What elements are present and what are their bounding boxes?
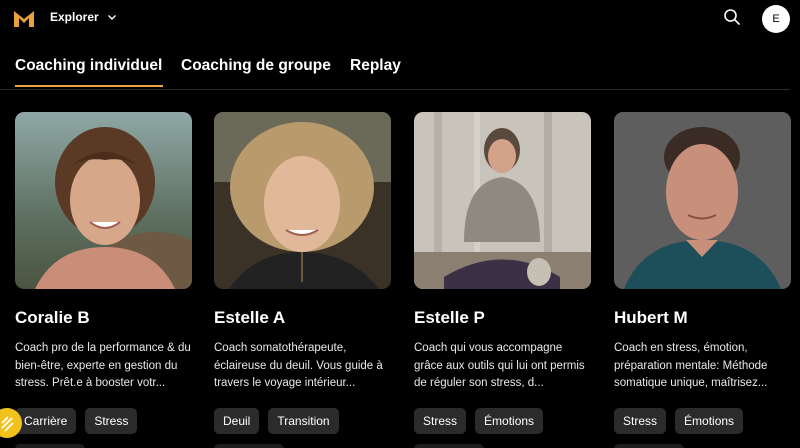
explorer-menu[interactable]: Explorer	[50, 10, 117, 24]
coach-card[interactable]: Estelle P Coach qui vous accompagne grâc…	[414, 112, 591, 448]
tab-coaching-individuel[interactable]: Coaching individuel	[15, 57, 162, 75]
tab-replay[interactable]: Replay	[350, 57, 401, 75]
tag-placeholder	[614, 444, 684, 448]
coach-description: Coach qui vous accompagne grâce aux outi…	[414, 342, 585, 389]
coach-name: Coralie B	[15, 308, 90, 327]
brand-logo-icon[interactable]	[14, 9, 34, 27]
coach-photo	[614, 112, 791, 289]
tag[interactable]: Carrière	[15, 408, 77, 434]
tag-list: Stress Émotions	[614, 408, 744, 434]
tab-bar: Coaching individuel Coaching de groupe R…	[0, 48, 790, 90]
tag-placeholder	[15, 444, 85, 448]
coach-name: Hubert M	[614, 308, 688, 327]
tag-placeholder	[214, 444, 284, 448]
tag-list: Deuil Transition	[214, 408, 339, 434]
tag-list-overflow	[414, 444, 484, 448]
lightning-icon	[1, 416, 14, 432]
explorer-menu-label: Explorer	[50, 10, 99, 24]
tag[interactable]: Émotions	[675, 408, 744, 434]
tag[interactable]: Stress	[85, 408, 138, 434]
coach-description: Coach pro de la performance & du bien-êt…	[15, 342, 191, 389]
tag[interactable]: Émotions	[475, 408, 544, 434]
tag-list: Carrière Stress	[15, 408, 138, 434]
tag-list-overflow	[614, 444, 684, 448]
coach-photo	[214, 112, 391, 289]
tag[interactable]: Stress	[414, 408, 467, 434]
coach-name: Estelle A	[214, 308, 286, 327]
search-icon[interactable]	[723, 8, 741, 26]
tag[interactable]: Deuil	[214, 408, 260, 434]
coach-name: Estelle P	[414, 308, 485, 327]
tag[interactable]: Transition	[268, 408, 339, 434]
coach-description: Coach en stress, émotion, préparation me…	[614, 342, 768, 389]
coach-card[interactable]: Estelle A Coach somatothérapeute, éclair…	[214, 112, 391, 448]
coach-description: Coach somatothérapeute, éclaireuse du de…	[214, 342, 383, 389]
active-tab-indicator	[15, 85, 163, 87]
coach-photo	[414, 112, 591, 289]
user-avatar[interactable]: E	[762, 5, 790, 33]
coach-photo	[15, 112, 192, 289]
tag-list-overflow	[214, 444, 284, 448]
tab-coaching-de-groupe[interactable]: Coaching de groupe	[181, 57, 331, 75]
coach-card[interactable]: Coralie B Coach pro de la performance & …	[15, 112, 192, 448]
coach-card[interactable]: Hubert M Coach en stress, émotion, prépa…	[614, 112, 791, 448]
tag-list: Stress Émotions	[414, 408, 544, 434]
tag-placeholder	[414, 444, 484, 448]
chevron-down-icon	[107, 15, 116, 20]
top-bar: Explorer E	[0, 0, 800, 38]
tag-list-overflow	[15, 444, 85, 448]
tag[interactable]: Stress	[614, 408, 667, 434]
